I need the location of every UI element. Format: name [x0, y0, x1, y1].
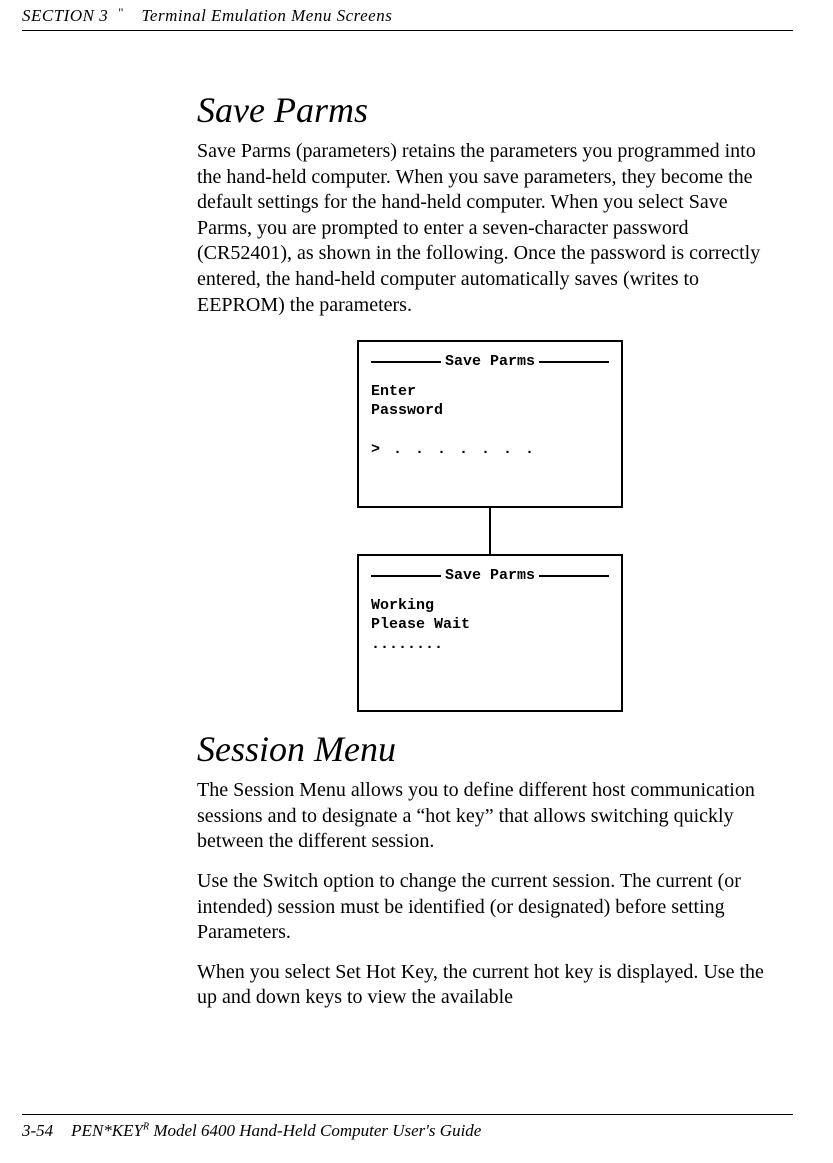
screen1-title-row: Save Parms [371, 352, 609, 372]
screen1-title-line-right [539, 361, 609, 363]
footer-pagenum: 3-54 [22, 1121, 53, 1141]
session-menu-p3: When you select Set Hot Key, the current… [197, 960, 783, 1011]
screen1-line1: Enter [371, 382, 609, 402]
session-menu-heading: Session Menu [197, 728, 783, 770]
screen1-prompt: > . . . . . . . [371, 440, 609, 460]
screen-connector [489, 508, 491, 554]
session-menu-p1: The Session Menu allows you to define di… [197, 778, 783, 855]
screen2-title-row: Save Parms [371, 566, 609, 586]
screen-save-parms-working: Save Parms Working Please Wait ........ [357, 554, 623, 712]
screen2-title: Save Parms [441, 566, 539, 586]
footer-product: PEN*KEYR Model 6400 Hand-Held Computer U… [71, 1121, 481, 1141]
screen1-blank [371, 421, 609, 441]
screens-container: Save Parms Enter Password > . . . . . . … [197, 340, 783, 712]
page-footer: 3-54 PEN*KEYR Model 6400 Hand-Held Compu… [22, 1114, 793, 1141]
header-title: Terminal Emulation Menu Screens [142, 6, 393, 26]
screen2-title-line-left [371, 575, 441, 577]
page-content: Save Parms Save Parms (parameters) retai… [197, 89, 783, 1011]
screen-save-parms-password: Save Parms Enter Password > . . . . . . … [357, 340, 623, 508]
page-header: SECTION 3 " Terminal Emulation Menu Scre… [22, 0, 793, 31]
screen1-title-line-left [371, 361, 441, 363]
footer-product-suffix: Model 6400 Hand-Held Computer User's Gui… [149, 1121, 481, 1140]
save-parms-heading: Save Parms [197, 89, 783, 131]
header-quote: " [118, 5, 123, 21]
screen2-title-line-right [539, 575, 609, 577]
screen1-title: Save Parms [441, 352, 539, 372]
footer-product-prefix: PEN*KEY [71, 1121, 143, 1140]
session-menu-p2: Use the Switch option to change the curr… [197, 869, 783, 946]
screen2-line1: Working [371, 596, 609, 616]
section-label: SECTION 3 [22, 6, 108, 26]
screen2-line2: Please Wait [371, 615, 609, 635]
screen1-line2: Password [371, 401, 609, 421]
save-parms-body: Save Parms (parameters) retains the para… [197, 139, 783, 318]
screen2-dots: ........ [371, 635, 609, 655]
